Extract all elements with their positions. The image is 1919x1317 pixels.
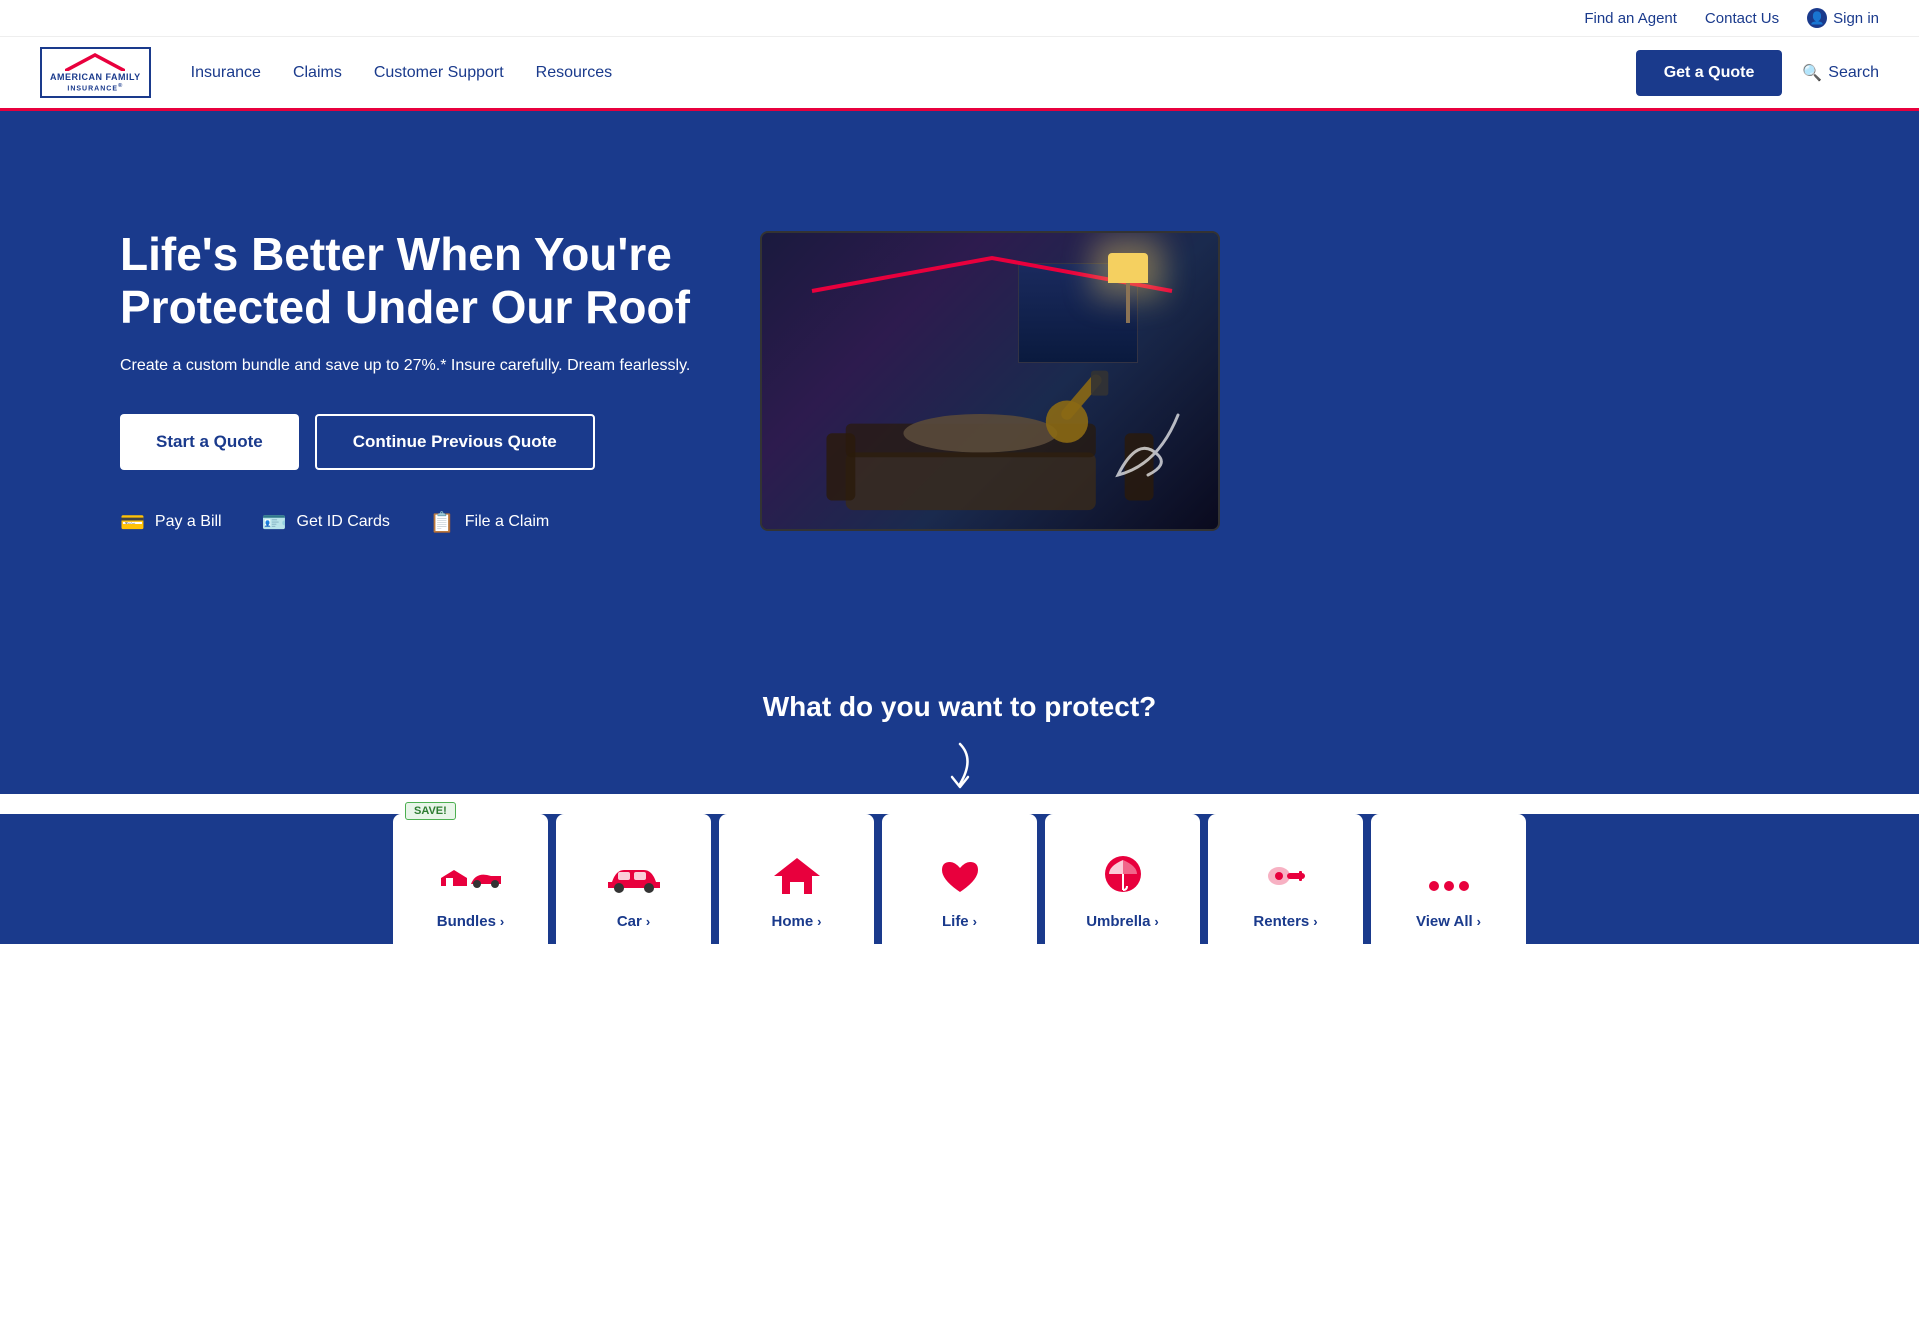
view-all-icon	[1424, 863, 1474, 905]
file-claim-link[interactable]: 📋 File a Claim	[430, 510, 549, 535]
start-quote-button[interactable]: Start a Quote	[120, 414, 299, 470]
contact-us-link[interactable]: Contact Us	[1705, 10, 1779, 27]
pay-bill-link[interactable]: 💳 Pay a Bill	[120, 510, 222, 535]
hero-subtitle: Create a custom bundle and save up to 27…	[120, 354, 700, 378]
sign-in-link[interactable]: 👤 Sign in	[1807, 8, 1879, 28]
save-badge: SAVE!	[405, 802, 456, 820]
file-claim-icon: 📋	[430, 510, 455, 535]
hero-image-box	[760, 231, 1220, 531]
hero-buttons: Start a Quote Continue Previous Quote	[120, 414, 700, 470]
umbrella-icon	[1101, 852, 1145, 905]
swirl-decoration	[1098, 405, 1198, 499]
bundles-icon	[436, 856, 506, 905]
life-label: Life ›	[942, 913, 977, 930]
search-link[interactable]: 🔍 Search	[1802, 63, 1879, 83]
home-icon	[772, 854, 822, 905]
umbrella-chevron: ›	[1154, 914, 1158, 929]
hero-quick-links: 💳 Pay a Bill 🪪 Get ID Cards 📋 File a Cla…	[120, 510, 700, 535]
nav-right: Get a Quote 🔍 Search	[1636, 50, 1879, 96]
car-label: Car ›	[617, 913, 650, 930]
get-id-cards-link[interactable]: 🪪 Get ID Cards	[262, 510, 390, 535]
nav-resources[interactable]: Resources	[536, 64, 612, 82]
get-quote-button[interactable]: Get a Quote	[1636, 50, 1783, 96]
nav-claims[interactable]: Claims	[293, 64, 342, 82]
renters-label: Renters ›	[1253, 913, 1317, 930]
card-home[interactable]: Home ›	[719, 814, 874, 944]
card-car[interactable]: Car ›	[556, 814, 711, 944]
logo-box: AMERICAN FAMILY INSURANCE®	[40, 47, 151, 98]
get-id-cards-label: Get ID Cards	[297, 513, 390, 531]
life-chevron: ›	[973, 914, 977, 929]
card-life[interactable]: Life ›	[882, 814, 1037, 944]
car-icon	[604, 860, 664, 905]
life-icon	[938, 856, 982, 905]
logo-name: AMERICAN FAMILY	[50, 73, 141, 83]
card-bundles[interactable]: SAVE! Bundles ›	[393, 814, 548, 944]
nav-links: Insurance Claims Customer Support Resour…	[191, 64, 1636, 82]
home-chevron: ›	[817, 914, 821, 929]
protect-arrow	[40, 739, 1879, 794]
hero-section: Life's Better When You're Protected Unde…	[0, 111, 1919, 651]
pay-bill-icon: 💳	[120, 510, 145, 535]
continue-quote-button[interactable]: Continue Previous Quote	[315, 414, 595, 470]
renters-chevron: ›	[1313, 914, 1317, 929]
search-icon: 🔍	[1802, 63, 1822, 83]
hero-title: Life's Better When You're Protected Unde…	[120, 228, 700, 334]
card-umbrella[interactable]: Umbrella ›	[1045, 814, 1200, 944]
pay-bill-label: Pay a Bill	[155, 513, 222, 531]
home-label: Home ›	[771, 913, 821, 930]
protect-section: What do you want to protect?	[0, 651, 1919, 794]
logo[interactable]: AMERICAN FAMILY INSURANCE®	[40, 47, 151, 98]
main-nav: AMERICAN FAMILY INSURANCE® Insurance Cla…	[0, 37, 1919, 111]
bundles-chevron: ›	[500, 914, 504, 929]
umbrella-label: Umbrella ›	[1086, 913, 1159, 930]
car-chevron: ›	[646, 914, 650, 929]
protect-title: What do you want to protect?	[40, 691, 1879, 723]
user-icon: 👤	[1807, 8, 1827, 28]
cards-row: SAVE! Bundles › Car	[0, 814, 1919, 944]
file-claim-label: File a Claim	[465, 513, 549, 531]
utility-bar: Find an Agent Contact Us 👤 Sign in	[0, 0, 1919, 37]
lamp	[1098, 253, 1158, 333]
hero-image-area	[760, 231, 1220, 531]
hero-scene	[762, 233, 1218, 529]
card-renters[interactable]: Renters ›	[1208, 814, 1363, 944]
renters-icon	[1261, 856, 1311, 905]
view-all-label: View All ›	[1416, 913, 1481, 930]
nav-insurance[interactable]: Insurance	[191, 64, 261, 82]
logo-subtitle: INSURANCE®	[67, 83, 123, 92]
nav-customer-support[interactable]: Customer Support	[374, 64, 504, 82]
id-card-icon: 🪪	[262, 510, 287, 535]
bundles-label: Bundles ›	[437, 913, 505, 930]
hero-content: Life's Better When You're Protected Unde…	[120, 228, 700, 535]
card-view-all[interactable]: View All ›	[1371, 814, 1526, 944]
find-agent-link[interactable]: Find an Agent	[1584, 10, 1677, 27]
view-all-chevron: ›	[1477, 914, 1481, 929]
logo-roof-icon	[65, 53, 125, 71]
